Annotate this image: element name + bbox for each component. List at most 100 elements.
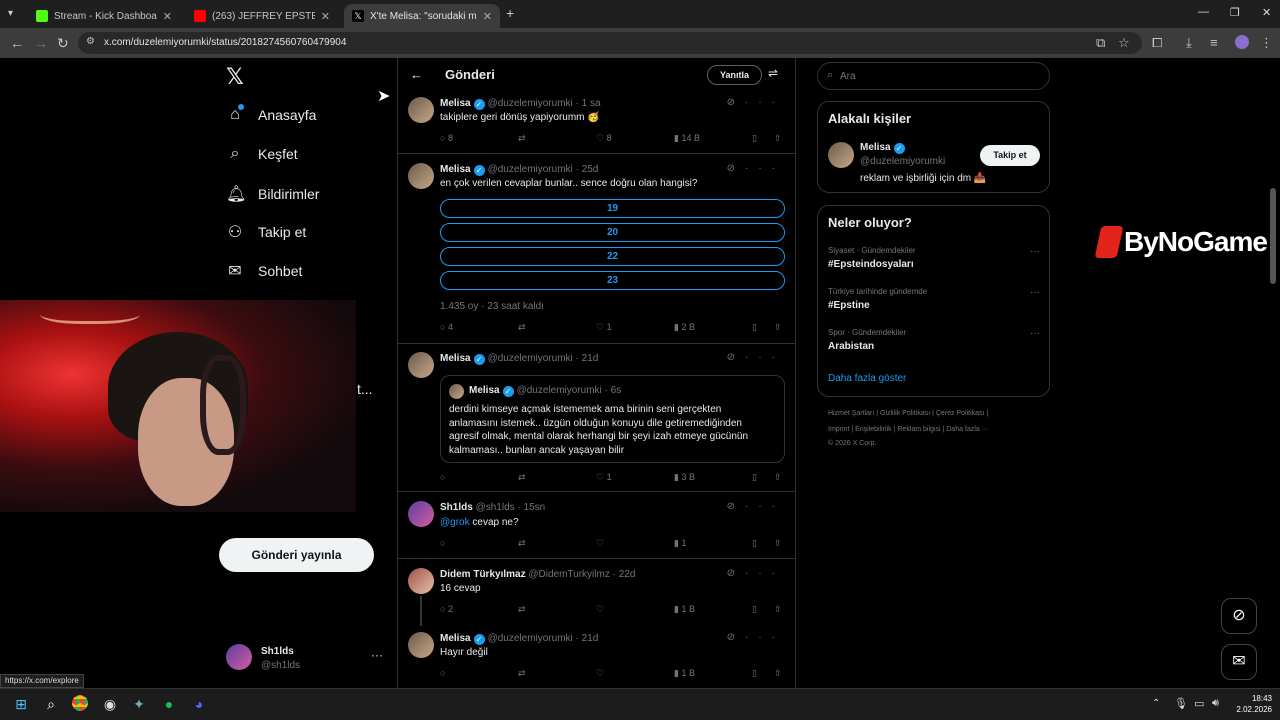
share-icon[interactable]: ⇧ xyxy=(774,322,782,333)
reply-icon[interactable]: ○ xyxy=(440,472,445,482)
post-time[interactable]: · 15sn xyxy=(517,502,545,513)
bookmark-icon[interactable]: ▯ xyxy=(752,538,757,549)
author-name[interactable]: Melisa xyxy=(440,353,471,364)
reply-icon[interactable]: ○ xyxy=(440,668,445,678)
grok-more-icons[interactable]: ⊘··· xyxy=(727,352,785,363)
install-app-icon[interactable]: ⧉ xyxy=(1096,35,1105,51)
user-avatar[interactable] xyxy=(408,352,434,378)
poll-option[interactable]: 20 xyxy=(440,223,785,242)
repost-icon[interactable]: ⇄ xyxy=(518,668,526,679)
share-icon[interactable]: ⇧ xyxy=(774,538,782,549)
obs-icon[interactable]: ◉ xyxy=(101,695,119,713)
close-tab-icon[interactable]: ✕ xyxy=(483,10,492,23)
views-icon[interactable]: ▮ 1 B xyxy=(674,668,695,679)
microphone-icon[interactable]: 🎙︎ xyxy=(1174,697,1188,710)
restore-icon[interactable]: ❐ xyxy=(1230,6,1240,19)
downloads-icon[interactable]: ⤓ xyxy=(1186,35,1192,51)
author-handle[interactable]: @duzelemiyorumki xyxy=(488,633,573,644)
views-icon[interactable]: ▮ 1 xyxy=(674,538,686,549)
search-taskbar-icon[interactable]: ⌕ xyxy=(42,695,60,713)
back-arrow-icon[interactable]: ← xyxy=(410,67,423,82)
new-tab-icon[interactable]: + xyxy=(506,5,514,21)
post-time[interactable]: · 25d xyxy=(576,164,599,175)
post-time[interactable]: · 1 sa xyxy=(576,98,601,109)
trend-item[interactable]: Spor · Gündemdekiler Arabistan ··· xyxy=(828,328,1040,352)
tray-chevron-icon[interactable]: ⌃ xyxy=(1152,698,1160,709)
clock[interactable]: 18:43 2.02.2026 xyxy=(1232,693,1272,715)
browser-tab-x[interactable]: 𝕏 X'te Melisa: "sorudaki mantığı ✕ xyxy=(344,4,500,28)
views-icon[interactable]: ▮ 14 B xyxy=(674,133,700,144)
tab-list-icon[interactable]: ▾ xyxy=(8,8,13,19)
close-tab-icon[interactable]: ✕ xyxy=(321,10,330,23)
reply-post-quote[interactable]: Melisa ✓ @duzelemiyorumki · 21d ⊘··· Melis… xyxy=(398,345,795,492)
grok-more-icons[interactable]: ⊘··· xyxy=(727,163,785,174)
more-icon[interactable]: ··· xyxy=(371,648,383,662)
poll-option[interactable]: 19 xyxy=(440,199,785,218)
like-icon[interactable]: ♡ 1 xyxy=(596,322,612,333)
nav-item-explore[interactable]: ⌕ Keşfet xyxy=(226,145,298,163)
author-name[interactable]: Melisa xyxy=(440,98,471,109)
user-avatar[interactable] xyxy=(408,97,434,123)
network-icon[interactable]: ▭ xyxy=(1194,697,1204,710)
reply-icon[interactable]: ○ 4 xyxy=(440,322,453,332)
trend-item[interactable]: Türkiye tarihinde gündemde #Epstine ··· xyxy=(828,287,1040,311)
reply-thread[interactable]: Didem Türkyılmaz @DidemTurkyilmz · 22d ⊘… xyxy=(398,560,795,688)
reply-icon[interactable]: ○ 8 xyxy=(440,133,453,143)
media-icon[interactable]: ≡ xyxy=(1210,35,1218,50)
url-text[interactable]: x.com/duzelemiyorumki/status/20182745607… xyxy=(104,37,346,48)
author-handle[interactable]: @duzelemiyorumki xyxy=(488,353,573,364)
repost-icon[interactable]: ⇄ xyxy=(518,472,526,483)
poll-option[interactable]: 23 xyxy=(440,271,785,290)
user-avatar[interactable] xyxy=(408,501,434,527)
quoted-post[interactable]: Melisa ✓ @duzelemiyorumki · 6s derdini kim… xyxy=(440,375,785,463)
follow-button[interactable]: Takip et xyxy=(980,145,1040,166)
repost-icon[interactable]: ⇄ xyxy=(518,322,526,333)
window-close-icon[interactable]: ✕ xyxy=(1262,6,1271,19)
author-name[interactable]: Sh1lds xyxy=(440,502,473,513)
reload-icon[interactable]: ↻ xyxy=(57,35,69,52)
footer-links[interactable]: Hizmet Şartları | Gizlilik Politikası | … xyxy=(828,410,988,417)
nav-item-chat[interactable]: ✉ Sohbet xyxy=(226,261,302,281)
grok-more-icons[interactable]: ⊘··· xyxy=(727,501,785,512)
like-icon[interactable]: ♡ 1 xyxy=(596,472,612,483)
bookmark-icon[interactable]: ▯ xyxy=(752,133,757,144)
nav-item-notifications[interactable]: 🔔︎ Bildirimler xyxy=(226,184,319,204)
back-icon[interactable]: ← xyxy=(10,35,24,51)
author-handle[interactable]: @duzelemiyorumki xyxy=(488,98,573,109)
grok-more-icons[interactable]: ⊘··· xyxy=(727,568,785,579)
minimize-icon[interactable]: — xyxy=(1198,6,1209,18)
volume-icon[interactable]: 🔊︎ xyxy=(1212,697,1219,710)
author-handle[interactable]: @duzelemiyorumki xyxy=(488,164,573,175)
profile-avatar[interactable] xyxy=(1235,35,1249,49)
show-more-link[interactable]: Daha fazla göster xyxy=(828,373,906,384)
more-icon[interactable]: ··· xyxy=(1030,246,1040,257)
close-tab-icon[interactable]: ✕ xyxy=(163,10,172,23)
forward-icon[interactable]: → xyxy=(34,35,48,51)
filter-icon[interactable]: ⇌ xyxy=(768,66,778,80)
repost-icon[interactable]: ⇄ xyxy=(518,604,526,615)
user-avatar[interactable] xyxy=(408,568,434,594)
post-time[interactable]: · 22d xyxy=(613,569,636,580)
like-icon[interactable]: ♡ xyxy=(596,538,604,549)
discord-icon[interactable]: ◕ xyxy=(190,695,208,713)
reply-icon[interactable]: ○ 2 xyxy=(440,604,453,614)
bookmark-star-icon[interactable]: ☆ xyxy=(1118,35,1130,51)
windows-start-icon[interactable]: ⊞ xyxy=(12,695,30,713)
page-scrollbar[interactable] xyxy=(1270,188,1276,284)
post-time[interactable]: · 21d xyxy=(576,633,599,644)
x-logo-icon[interactable]: 𝕏 xyxy=(226,64,244,90)
spotify-icon[interactable]: ● xyxy=(160,695,178,713)
share-icon[interactable]: ⇧ xyxy=(774,133,782,144)
user-avatar[interactable] xyxy=(408,632,434,658)
trend-item[interactable]: Siyaset · Gündemdekiler #Epsteindosyalar… xyxy=(828,246,1040,270)
bookmark-icon[interactable]: ▯ xyxy=(752,604,757,615)
nav-item-follow[interactable]: ⚇ Takip et xyxy=(226,222,306,242)
reply-post-poll[interactable]: Melisa ✓ @duzelemiyorumki · 25d ⊘··· en ço… xyxy=(398,155,795,344)
share-icon[interactable]: ⇧ xyxy=(774,472,782,483)
views-icon[interactable]: ▮ 1 B xyxy=(674,604,695,615)
reply-button[interactable]: Yanıtla xyxy=(707,65,762,85)
grok-more-icons[interactable]: ⊘··· xyxy=(727,632,785,643)
bookmark-icon[interactable]: ▯ xyxy=(752,322,757,333)
views-icon[interactable]: ▮ 3 B xyxy=(674,472,695,483)
author-name[interactable]: Melisa xyxy=(440,633,471,644)
